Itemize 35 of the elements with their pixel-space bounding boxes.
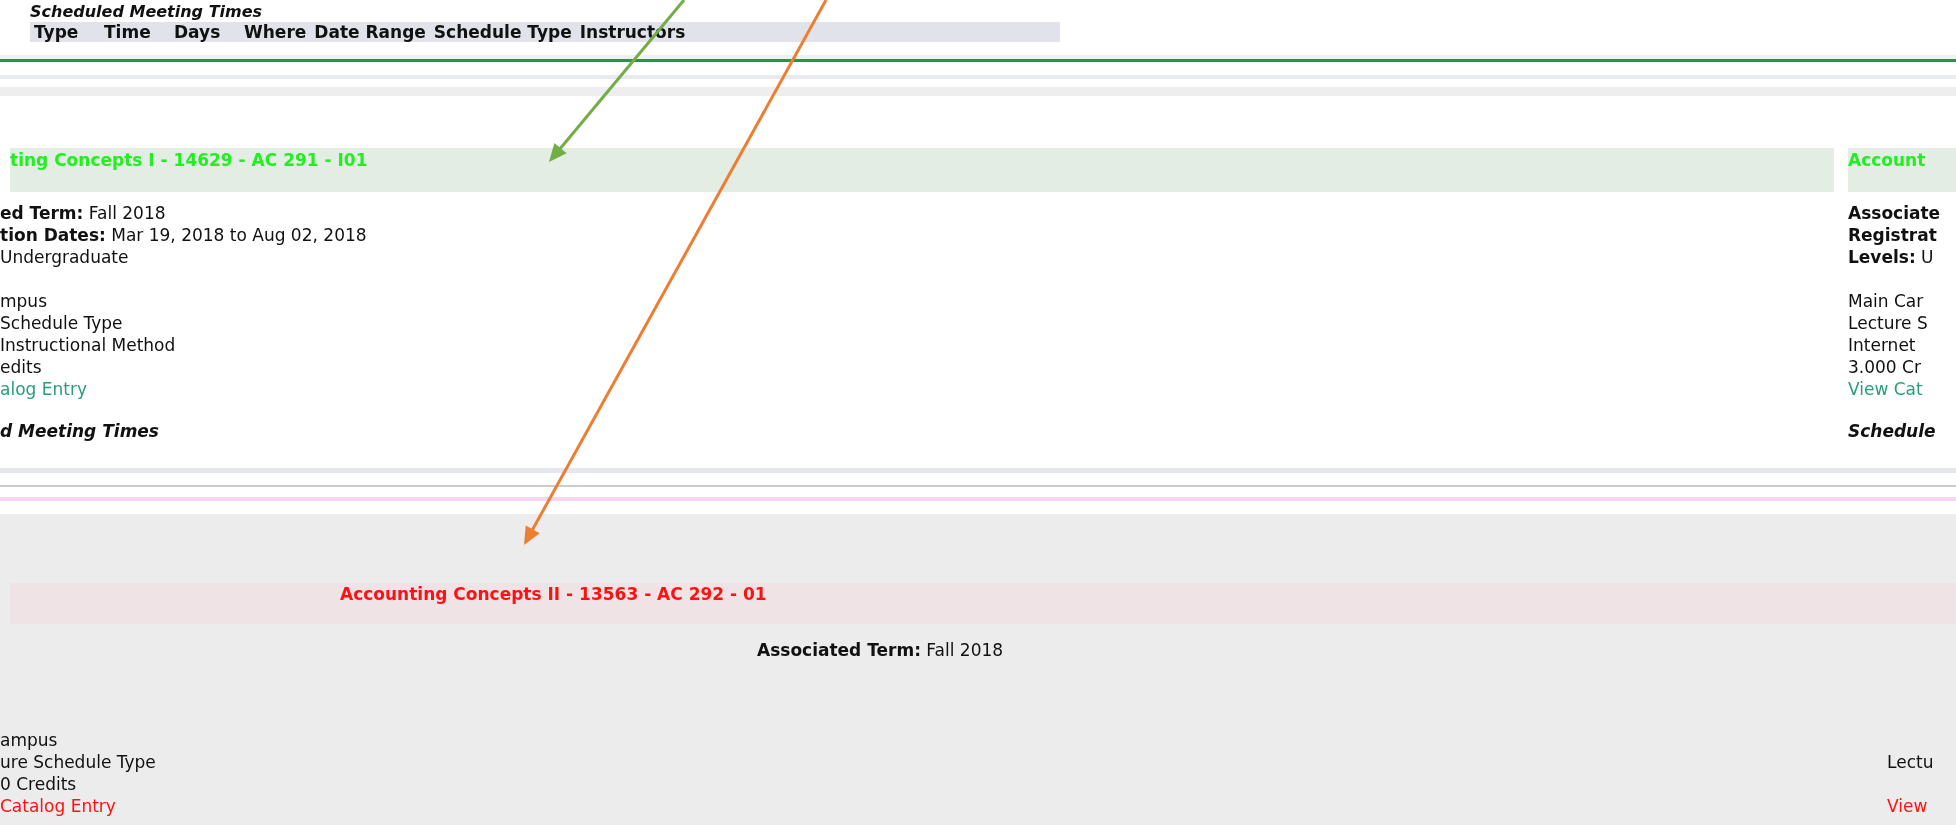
detail-line: ampus [0, 729, 59, 751]
column-header: Type [33, 22, 80, 42]
detail-line: Associated Term: Fall 2018 [757, 639, 1005, 661]
column-header: Time [103, 22, 152, 42]
column-header: Schedule Type [432, 22, 573, 42]
catalog-link[interactable]: View Cat [1848, 378, 1956, 400]
detail-line: 3.000 Cr [1848, 356, 1922, 378]
detail-line: Main Car [1848, 290, 1925, 312]
detail-line: Instructional Method [0, 334, 177, 356]
course-title: ting Concepts I - 14629 - AC 291 - I01 [10, 148, 1834, 192]
column-header: Date Range [313, 22, 427, 42]
section-heading: Schedule [1848, 420, 1937, 442]
column-header: Days [173, 22, 222, 42]
detail-line: Lectu [1887, 751, 1935, 773]
detail-line: Lecture S [1848, 312, 1929, 334]
catalog-link[interactable]: alog Entry [0, 378, 1830, 400]
detail-line: Internet [1848, 334, 1917, 356]
detail-line: edits [0, 356, 43, 378]
column-header: Where [243, 22, 308, 42]
section-heading: d Meeting Times [0, 420, 160, 442]
catalog-link[interactable]: View [1887, 795, 1956, 817]
section-heading: Scheduled Meeting Times [30, 2, 264, 22]
detail-line: mpus [0, 290, 48, 312]
detail-line: ure Schedule Type [0, 751, 156, 773]
course-title: Accounting Concepts II - 13563 - AC 292 - 01 [340, 584, 767, 604]
catalog-link[interactable]: Catalog Entry [0, 795, 156, 817]
detail-line: 0 Credits [0, 773, 78, 795]
detail-line: tion Dates: Mar 19, 2018 to Aug 02, 2018 [0, 224, 368, 246]
detail-line: Associate [1848, 202, 1942, 224]
detail-line: ed Term: Fall 2018 [0, 202, 167, 224]
detail-line: Undergraduate [0, 246, 130, 268]
detail-line: Levels: U [1848, 246, 1935, 268]
detail-line: Registrat [1848, 224, 1938, 246]
course-title: Account [1848, 148, 1956, 192]
detail-line: Schedule Type [0, 312, 124, 334]
